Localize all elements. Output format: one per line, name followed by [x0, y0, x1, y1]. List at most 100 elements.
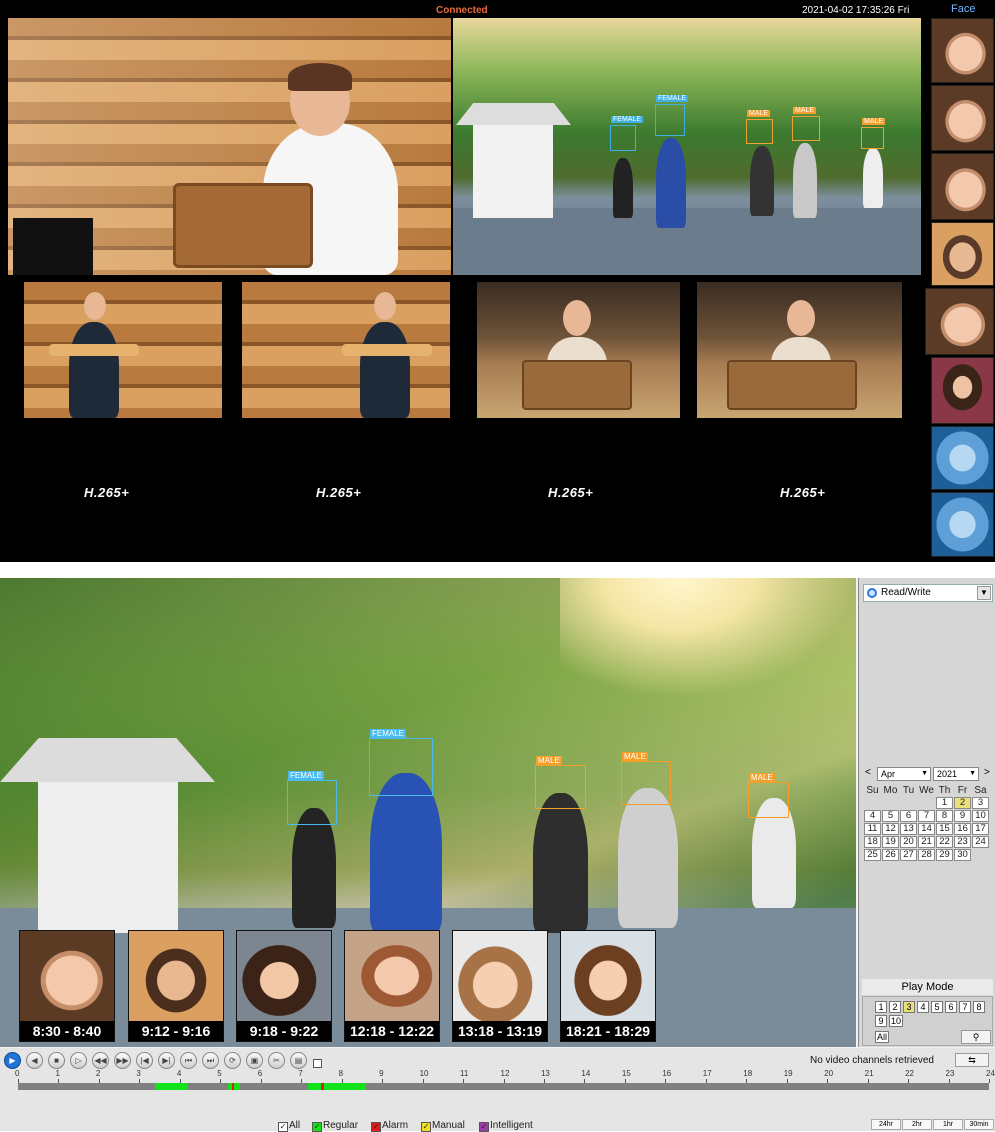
face-thumbnail[interactable] [931, 222, 994, 286]
calendar-day[interactable]: 20 [900, 836, 917, 848]
legend-manual[interactable]: ✓ Manual [421, 1120, 465, 1132]
face-scan-thumbnail[interactable] [931, 426, 994, 490]
calendar-day[interactable]: 18 [864, 836, 881, 848]
zoom-1hr[interactable]: 1hr [933, 1119, 963, 1130]
step-forward-button[interactable]: ▷ [70, 1052, 87, 1069]
hour-tick-label: 24 [986, 1069, 995, 1078]
month-select[interactable]: Apr ▼ [877, 767, 931, 781]
calendar-day[interactable]: 26 [882, 849, 899, 861]
calendar-day[interactable]: 21 [918, 836, 935, 848]
calendar-day[interactable]: 28 [918, 849, 935, 861]
face-clip[interactable]: 9:18 - 9:22 [236, 930, 332, 1042]
timeline-bar[interactable] [18, 1083, 989, 1090]
calendar-day[interactable]: 7 [918, 810, 935, 822]
face-clip[interactable]: 8:30 - 8:40 [19, 930, 115, 1042]
channel-button[interactable]: 10 [889, 1015, 903, 1027]
channel-button[interactable]: 3 [903, 1001, 915, 1013]
calendar-day[interactable]: 17 [972, 823, 989, 835]
live-view-panel: Connected 2021-04-02 17:35:26 Fri Face F… [0, 0, 995, 562]
channel-status: No video channels retrieved [810, 1055, 934, 1066]
calendar-day[interactable]: 12 [882, 823, 899, 835]
stop-button[interactable]: ■ [48, 1052, 65, 1069]
slow-button[interactable]: ◀◀ [92, 1052, 109, 1069]
calendar-day[interactable]: 23 [954, 836, 971, 848]
face-clip[interactable]: 12:18 - 12:22 [344, 930, 440, 1042]
zoom-24hr[interactable]: 24hr [871, 1119, 901, 1130]
calendar-day[interactable]: 25 [864, 849, 881, 861]
face-thumbnail[interactable] [931, 18, 994, 83]
zoom-30min[interactable]: 30min [964, 1119, 994, 1130]
camera-view-baker-2[interactable] [242, 282, 450, 418]
camera-view-bakery[interactable] [8, 18, 451, 275]
next-frame-button[interactable]: ▶| [158, 1052, 175, 1069]
checkbox[interactable] [313, 1059, 322, 1068]
fast-button[interactable]: ▶▶ [114, 1052, 131, 1069]
channel-button[interactable]: 7 [959, 1001, 971, 1013]
face-thumbnail[interactable] [925, 288, 994, 355]
calendar-day[interactable]: 1 [936, 797, 953, 809]
snapshot-icon[interactable]: ▣ [246, 1052, 263, 1069]
legend-intelligent[interactable]: ✓ Intelligent [479, 1120, 533, 1132]
camera-view-park[interactable]: FEMALE FEMALE MALE MALE MALE [453, 18, 921, 275]
calendar-day[interactable]: 10 [972, 810, 989, 822]
face-thumbnail[interactable] [931, 85, 994, 151]
calendar-day[interactable]: 6 [900, 810, 917, 822]
calendar-day[interactable]: 29 [936, 849, 953, 861]
hour-tick-label: 23 [945, 1069, 955, 1078]
calendar-day[interactable]: 2 [954, 797, 971, 809]
prev-frame-button[interactable]: |◀ [136, 1052, 153, 1069]
channel-button[interactable]: 5 [931, 1001, 943, 1013]
face-thumbnail[interactable] [931, 357, 994, 424]
camera-view-cafe-2[interactable] [697, 282, 902, 418]
face-clip[interactable]: 13:18 - 13:19 [452, 930, 548, 1042]
reverse-play-button[interactable]: ◀ [26, 1052, 43, 1069]
zoom-2hr[interactable]: 2hr [902, 1119, 932, 1130]
channel-button[interactable]: 9 [875, 1015, 887, 1027]
camera-view-baker-1[interactable] [24, 282, 222, 418]
calendar-prev[interactable]: < [865, 767, 871, 778]
calendar-day[interactable]: 13 [900, 823, 917, 835]
playback-video[interactable]: FEMALE FEMALE MALE MALE MALE 8:30 - 8:40… [0, 578, 856, 1047]
refresh-icon[interactable]: ⇆ [955, 1053, 989, 1067]
rw-select[interactable]: Read/Write ▼ [863, 584, 993, 602]
sync-icon[interactable]: ⟳ [224, 1052, 241, 1069]
face-scan-thumbnail[interactable] [931, 492, 994, 557]
calendar-day[interactable]: 27 [900, 849, 917, 861]
legend-all[interactable]: ✓ All [278, 1120, 300, 1132]
calendar-day[interactable]: 22 [936, 836, 953, 848]
prev-file-button[interactable]: ⏮ [180, 1052, 197, 1069]
calendar-day[interactable]: 11 [864, 823, 881, 835]
channel-button[interactable]: 4 [917, 1001, 929, 1013]
calendar-day[interactable]: 15 [936, 823, 953, 835]
camera-view-cafe-1[interactable] [477, 282, 680, 418]
save-icon[interactable]: ▤ [290, 1052, 307, 1069]
radio-icon [867, 588, 877, 598]
calendar-day[interactable]: 14 [918, 823, 935, 835]
calendar-day[interactable]: 30 [954, 849, 971, 861]
face-thumbnail[interactable] [931, 153, 994, 220]
clip-icon[interactable]: ✂ [268, 1052, 285, 1069]
calendar-day[interactable]: 19 [882, 836, 899, 848]
calendar-day[interactable]: 24 [972, 836, 989, 848]
next-file-button[interactable]: ⏭ [202, 1052, 219, 1069]
calendar-day[interactable]: 3 [972, 797, 989, 809]
playback-side-panel: Read/Write ▼ < Apr ▼ 2021 ▼ > Su Mo Tu We Th Fr… [858, 578, 995, 1047]
face-clip[interactable]: 9:12 - 9:16 [128, 930, 224, 1042]
legend-regular[interactable]: ✓ Regular [312, 1120, 358, 1132]
channel-button[interactable]: 1 [875, 1001, 887, 1013]
channel-button[interactable]: 2 [889, 1001, 901, 1013]
calendar-day[interactable]: 4 [864, 810, 881, 822]
face-clip[interactable]: 18:21 - 18:29 [560, 930, 656, 1042]
legend-alarm[interactable]: ✓ Alarm [371, 1120, 408, 1132]
play-button[interactable]: ▶ [4, 1052, 21, 1069]
calendar-next[interactable]: > [984, 767, 990, 778]
calendar-day[interactable]: 5 [882, 810, 899, 822]
channel-button[interactable]: 6 [945, 1001, 957, 1013]
year-select[interactable]: 2021 ▼ [933, 767, 979, 781]
calendar-day[interactable]: 16 [954, 823, 971, 835]
calendar-day[interactable]: 9 [954, 810, 971, 822]
search-icon[interactable]: ⚲ [961, 1030, 991, 1044]
calendar-day[interactable]: 8 [936, 810, 953, 822]
all-channels-button[interactable]: All [875, 1031, 889, 1043]
channel-button[interactable]: 8 [973, 1001, 985, 1013]
